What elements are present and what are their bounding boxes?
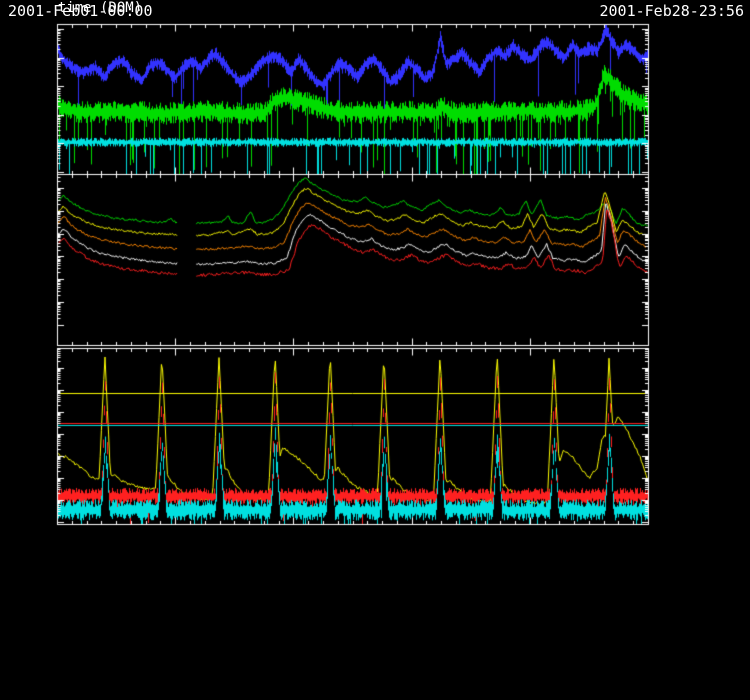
rates-plot-canvas — [0, 0, 750, 700]
x-axis-title: time (DOM) — [0, 0, 200, 16]
end-datetime-label: 2001-Feb28-23:56 — [600, 2, 745, 20]
radiation-rates-plot: 2001-Feb01-00:00 2001-Feb28-23:56 time (… — [0, 0, 750, 700]
